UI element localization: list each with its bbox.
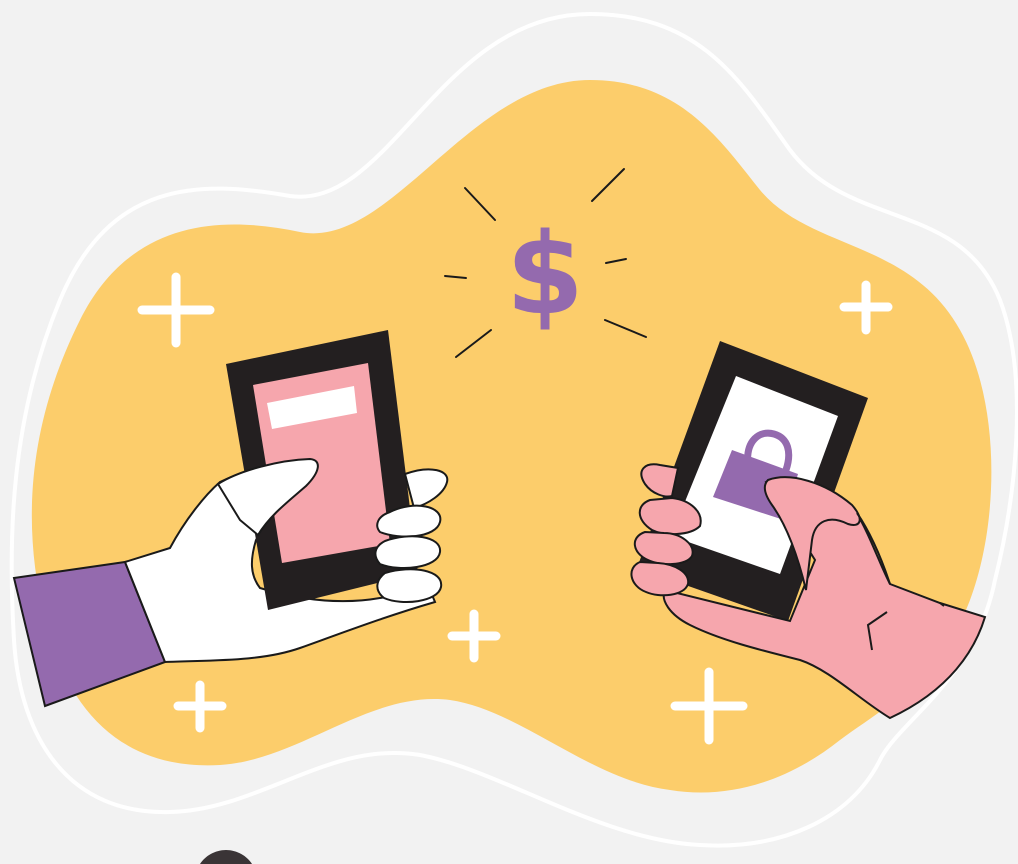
- bottom-element: [200, 850, 252, 864]
- illustration-canvas: $: [9, 11, 1018, 864]
- payment-illustration: $: [0, 0, 1018, 864]
- dollar-sign-icon: $: [506, 210, 584, 340]
